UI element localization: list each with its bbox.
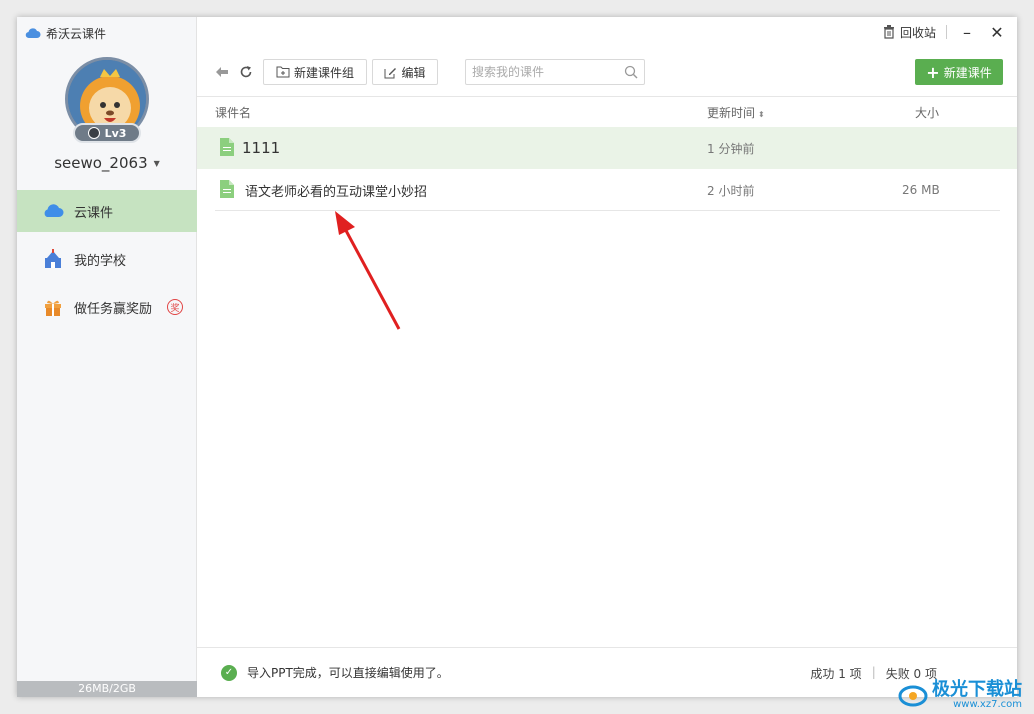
reward-badge: 奖 bbox=[167, 299, 183, 315]
username-dropdown[interactable]: seewo_2063 ▼ bbox=[17, 154, 197, 172]
main-panel: 回收站 – ✕ 新建课件组 编辑 搜索我的课件 + 新建课件 课件名 更新时间 … bbox=[197, 17, 1017, 697]
level-text: Lv3 bbox=[104, 126, 127, 140]
sidebar: 希沃云课件 Lv3 seewo_2063 ▼ 云课件 我的学校 做任务赢奖励 奖… bbox=[17, 17, 197, 697]
school-icon bbox=[42, 249, 64, 269]
app-title-text: 希沃云课件 bbox=[46, 26, 107, 41]
sort-icon: ⬍ bbox=[758, 110, 765, 119]
level-badge: Lv3 bbox=[73, 123, 141, 143]
column-header-updated-label: 更新时间 bbox=[707, 106, 756, 120]
red-arrow-annotation bbox=[335, 211, 401, 330]
sidebar-item-tasks-rewards[interactable]: 做任务赢奖励 奖 bbox=[17, 286, 197, 328]
file-list: 1111 1 分钟前 语文老师必看的互动课堂小妙招 2 小时前 26 MB bbox=[197, 127, 1017, 211]
table-row[interactable]: 语文老师必看的互动课堂小妙招 2 小时前 26 MB bbox=[197, 169, 1017, 211]
minimize-button[interactable]: – bbox=[957, 22, 977, 42]
cloud-logo-icon bbox=[25, 28, 41, 39]
watermark-url: www.xz7.com bbox=[953, 699, 1022, 710]
sidebar-item-my-school[interactable]: 我的学校 bbox=[17, 238, 197, 280]
close-button[interactable]: ✕ bbox=[987, 22, 1007, 42]
refresh-icon[interactable] bbox=[237, 63, 255, 81]
file-name: 1111 bbox=[242, 139, 281, 157]
app-title: 希沃云课件 bbox=[25, 25, 106, 41]
new-courseware-button[interactable]: + 新建课件 bbox=[915, 59, 1003, 85]
success-count: 成功 1 项 bbox=[810, 667, 862, 681]
edit-icon bbox=[384, 67, 397, 78]
edit-button[interactable]: 编辑 bbox=[372, 59, 438, 85]
file-size: 26 MB bbox=[902, 183, 940, 197]
new-courseware-label: 新建课件 bbox=[943, 65, 992, 80]
sidebar-item-label: 云课件 bbox=[74, 205, 114, 221]
watermark-logo-icon bbox=[898, 685, 928, 706]
sidebar-item-label: 我的学校 bbox=[74, 253, 127, 269]
caret-down-icon: ▼ bbox=[153, 158, 160, 168]
import-summary: 成功 1 项 | 失败 0 项 bbox=[810, 665, 937, 682]
search-input[interactable] bbox=[472, 65, 622, 79]
titlebar-divider bbox=[946, 25, 947, 39]
sidebar-item-cloud-courseware[interactable]: 云课件 bbox=[17, 190, 197, 232]
search-box bbox=[465, 59, 645, 85]
storage-usage: 26MB/2GB bbox=[17, 681, 197, 697]
file-icon bbox=[220, 138, 234, 156]
plus-icon: + bbox=[926, 62, 940, 82]
gift-icon bbox=[42, 297, 64, 317]
column-header-name[interactable]: 课件名 bbox=[215, 104, 251, 121]
file-updated: 2 小时前 bbox=[707, 183, 755, 198]
summary-divider: | bbox=[871, 665, 876, 679]
status-bar: ✓ 导入PPT完成，可以直接编辑使用了。 成功 1 项 | 失败 0 项 bbox=[197, 647, 1017, 697]
recycle-bin-label: 回收站 bbox=[899, 25, 936, 40]
cloud-icon bbox=[42, 201, 64, 221]
file-updated: 1 分钟前 bbox=[707, 141, 755, 156]
watermark: 极光下载站 www.xz7.com bbox=[898, 681, 1022, 710]
sidebar-nav: 云课件 我的学校 做任务赢奖励 奖 bbox=[17, 190, 197, 334]
check-circle-icon: ✓ bbox=[221, 664, 237, 681]
column-header-updated[interactable]: 更新时间 ⬍ bbox=[707, 104, 765, 121]
new-group-button[interactable]: 新建课件组 bbox=[263, 59, 367, 85]
app-window: 希沃云课件 Lv3 seewo_2063 ▼ 云课件 我的学校 做任务赢奖励 奖… bbox=[17, 17, 1017, 697]
edit-label: 编辑 bbox=[401, 65, 426, 80]
fail-count: 失败 0 项 bbox=[885, 667, 937, 681]
header-divider bbox=[197, 96, 1017, 97]
column-header-size[interactable]: 大小 bbox=[915, 104, 939, 121]
file-name: 语文老师必看的互动课堂小妙招 bbox=[245, 184, 428, 200]
recycle-bin-button[interactable]: 回收站 bbox=[883, 24, 936, 41]
sidebar-item-label: 做任务赢奖励 bbox=[74, 301, 153, 317]
toolbar: 新建课件组 编辑 + 新建课件 bbox=[213, 59, 1003, 85]
trash-icon bbox=[883, 25, 894, 39]
folder-plus-icon bbox=[276, 66, 290, 78]
table-row[interactable]: 1111 1 分钟前 bbox=[197, 127, 1017, 169]
file-icon bbox=[220, 180, 234, 198]
titlebar: 回收站 – ✕ bbox=[883, 17, 1017, 47]
level-icon bbox=[87, 127, 100, 139]
new-group-label: 新建课件组 bbox=[293, 65, 354, 80]
search-icon[interactable] bbox=[624, 65, 638, 79]
username-text: seewo_2063 bbox=[54, 154, 148, 172]
back-arrow-icon[interactable] bbox=[213, 63, 231, 81]
watermark-brand: 极光下载站 bbox=[932, 679, 1022, 700]
status-message: ✓ 导入PPT完成，可以直接编辑使用了。 bbox=[221, 664, 449, 681]
status-message-text: 导入PPT完成，可以直接编辑使用了。 bbox=[247, 666, 449, 680]
